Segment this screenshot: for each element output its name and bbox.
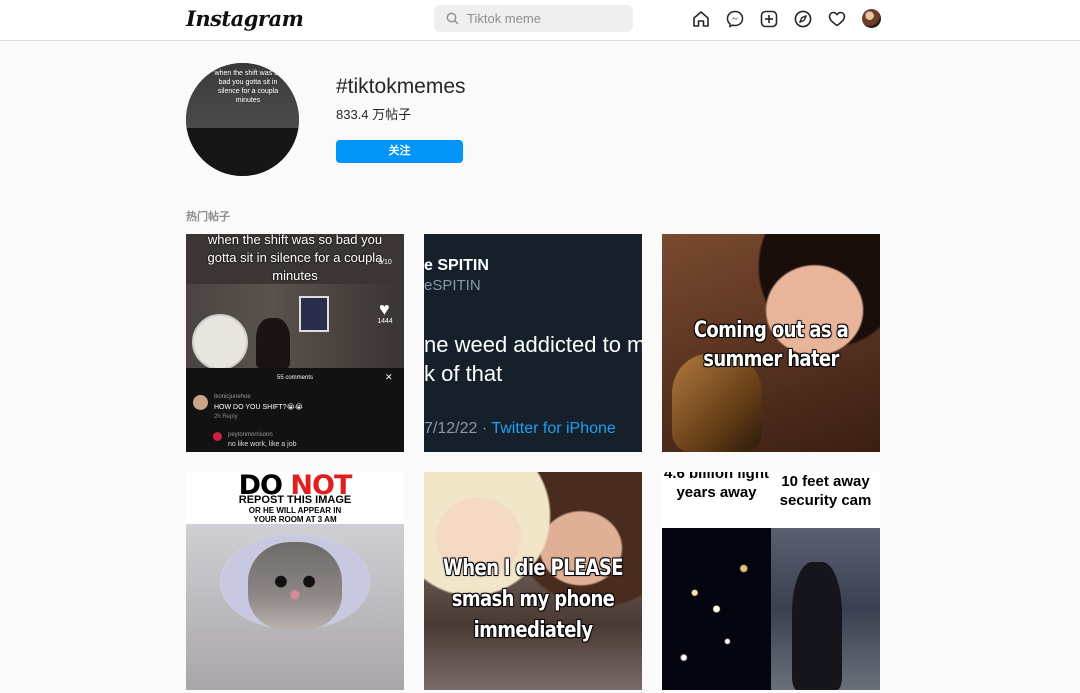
post-tile-6[interactable]: 4.6 billion light years away 10 feet awa… [662,472,880,690]
comment-text: HOW DO YOU SHIFT?😭😭 [214,404,303,411]
meme-line: YOUR ROOM AT 3 AM [253,515,337,524]
space-photo [662,528,771,690]
wall-decoration [192,314,248,370]
tweet-date: 7/12/22 · [424,420,492,437]
commenter-avatar [193,395,208,410]
tweet-source: Twitter for iPhone [491,420,616,437]
commenter-avatar [213,432,222,441]
post-count: 833.4 万帖子 [336,107,412,122]
comments-header: 55 comments [276,375,313,381]
meme-line: REPOST THIS IMAGE [238,494,352,506]
heart-icon: ♥ [379,299,390,319]
cover-caption: when the shift was so bad you gotta sit … [214,70,282,104]
cover-comments-panel [186,128,299,176]
figure-silhouette [792,562,842,690]
comment-text: no like work, like a job [228,441,297,448]
close-icon: ✕ [385,372,393,382]
post-caption: when the shift was so bad you gotta sit … [207,234,383,283]
slide-counter: 3/10 [378,259,392,266]
wall-poster [299,296,329,332]
instagram-logo[interactable]: Instagram [186,6,304,31]
meme-header: DO NOT REPOST THIS IMAGE OR HE WILL APPE… [186,472,404,524]
comment-username: peytonmorrisonn [228,432,273,438]
post-tile-5[interactable]: When I die PLEASE smash my phone immedia… [424,472,642,690]
meme-left-label: 4.6 billion light years away [662,472,771,528]
search-icon [446,12,459,25]
tweet-text-line: ne weed addicted to m [424,332,642,357]
tweet-meta: 7/12/22 · Twitter for iPhone [424,420,616,438]
meme-caption: Coming out as a summer hater [693,318,849,372]
top-navigation-bar: Instagram Tiktok meme [0,0,1080,41]
activity-heart-icon[interactable] [827,9,847,29]
search-input[interactable]: Tiktok meme [434,5,633,32]
comment-username: ikonicjunehoe [214,394,251,400]
tweet-text-line: k of that [424,361,503,386]
new-post-icon[interactable] [759,9,779,29]
post-tile-1[interactable]: when the shift was so bad you gotta sit … [186,234,404,452]
tweet-author-handle: eSPITIN [424,277,481,294]
person-silhouette [256,318,290,368]
explore-icon[interactable] [793,9,813,29]
kitten-face [248,542,342,630]
meme-caption: When I die PLEASE smash my phone immedia… [443,556,624,643]
comments-panel: 55 comments ✕ ikonicjunehoe HOW DO YOU S… [186,368,404,452]
meme-line: OR HE WILL APPEAR IN [248,506,342,515]
search-placeholder: Tiktok meme [467,11,541,26]
profile-avatar[interactable] [862,9,881,28]
follow-button[interactable]: 关注 [336,140,463,163]
hashtag-cover-image: when the shift was so bad you gotta sit … [186,63,299,176]
home-icon[interactable] [691,9,711,29]
hashtag-title: #tiktokmemes [336,75,466,98]
meme-left-text: 4.6 billion light years away [664,472,769,501]
meme-right-label: 10 feet away security cam [771,472,880,528]
meme-right-text: 10 feet away security cam [779,473,872,509]
messenger-icon[interactable] [725,9,745,29]
post-tile-4[interactable]: DO NOT REPOST THIS IMAGE OR HE WILL APPE… [186,472,404,690]
post-tile-3[interactable]: Coming out as a summer hater [662,234,880,452]
tweet-author-name: e SPITIN [424,257,489,274]
comment-meta: 2h Reply [214,414,238,420]
top-posts-label: 热门帖子 [186,211,230,223]
post-tile-2[interactable]: e SPITIN eSPITIN ne weed addicted to m k… [424,234,642,452]
like-count: 1444 [377,318,393,325]
